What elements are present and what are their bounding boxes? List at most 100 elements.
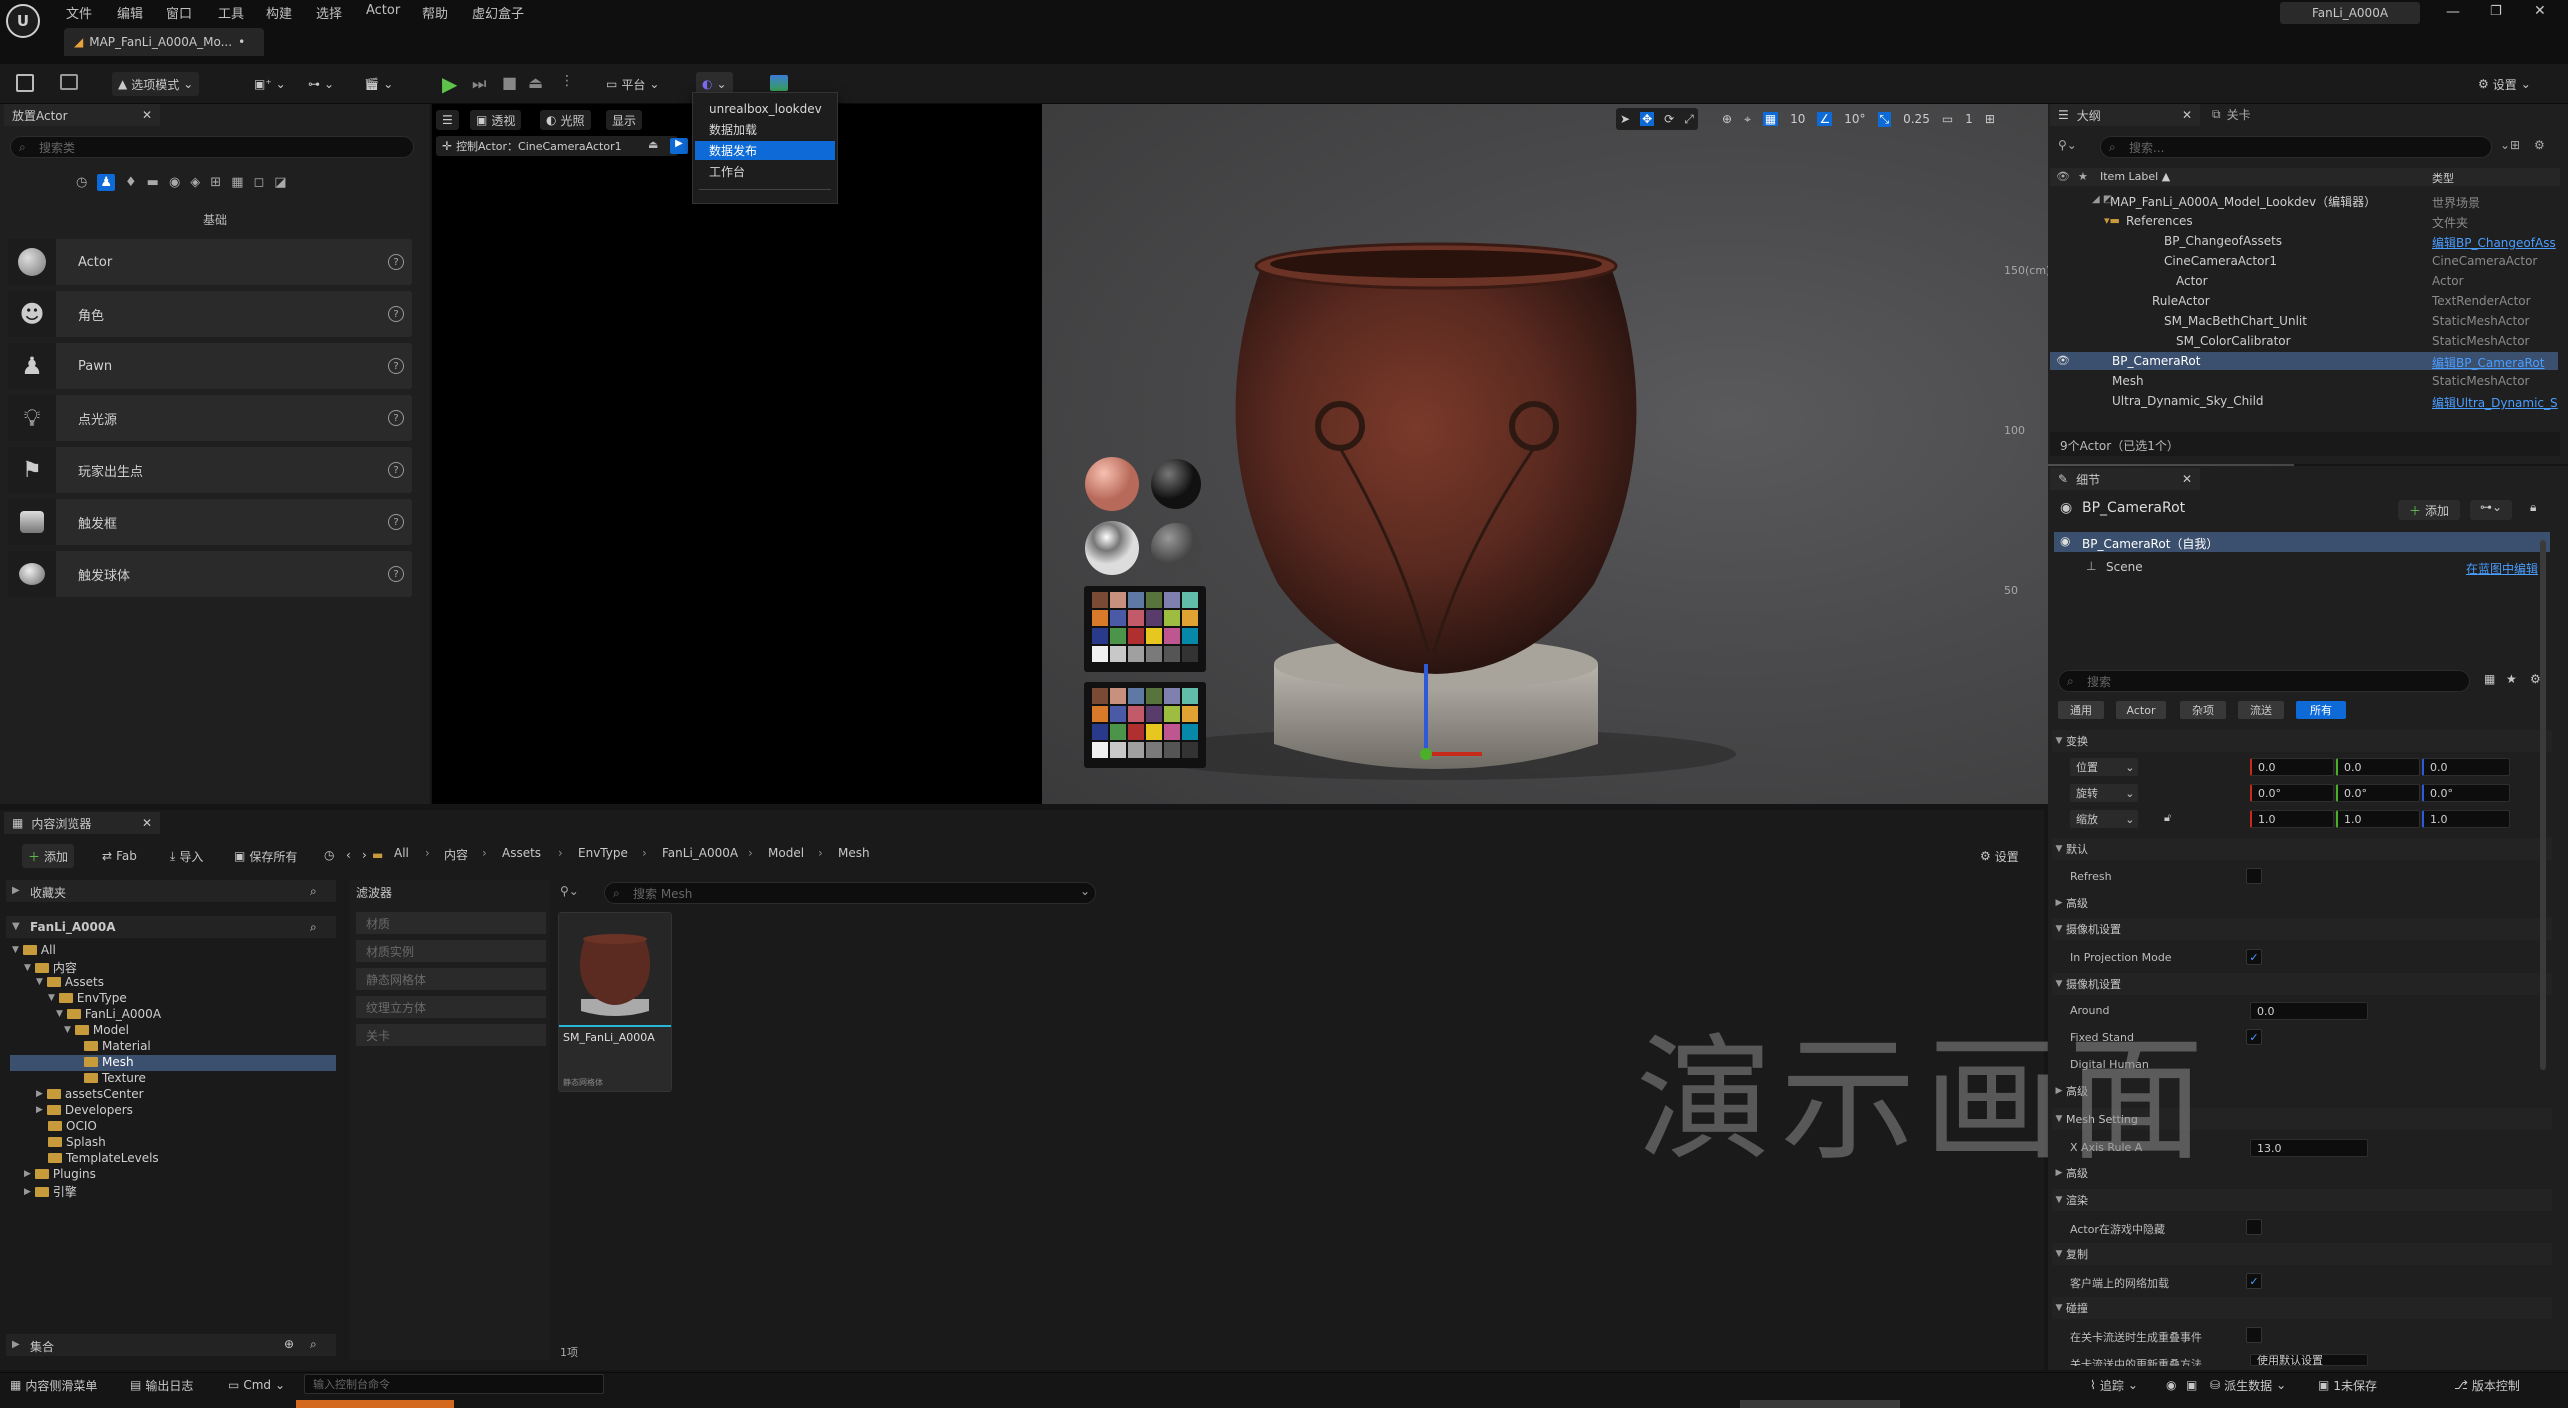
dropdown-chevron-icon[interactable]: ⌄ — [2500, 138, 2510, 152]
section-replication[interactable]: ▼ 复制 — [2052, 1243, 2552, 1265]
menu-help[interactable]: 帮助 — [422, 3, 448, 22]
visual-effects-icon[interactable]: ◈ — [190, 175, 200, 190]
layout-icon[interactable]: ⊞ — [1985, 112, 1995, 126]
recent-icon[interactable]: ◷ — [76, 175, 87, 190]
content-browser-tab[interactable]: ▦ 内容浏览器 ✕ — [4, 812, 160, 834]
tree-item[interactable]: ▼ All — [12, 943, 56, 957]
forward-icon[interactable]: › — [362, 848, 367, 862]
menu-build[interactable]: 构建 — [266, 3, 292, 22]
show-button[interactable]: 显示 — [606, 110, 643, 130]
location-z[interactable]: 0.0 — [2422, 758, 2510, 776]
tree-item[interactable]: OCIO — [48, 1119, 97, 1133]
rotate-icon[interactable]: ⟳ — [1664, 112, 1674, 126]
filter-material-instance[interactable]: 材质实例 — [356, 940, 546, 962]
search-icon[interactable]: ⌕ — [310, 1337, 317, 1352]
classes-icon[interactable]: ◻ — [254, 175, 265, 190]
location-y[interactable]: 0.0 — [2336, 758, 2420, 776]
chevron-down-icon[interactable]: ⌄ — [1080, 884, 1090, 898]
all-classes-icon[interactable]: ◪ — [274, 175, 286, 190]
filter-material[interactable]: 材质 — [356, 912, 546, 934]
table-view-icon[interactable]: ▦ — [2484, 672, 2495, 686]
add-actor-button[interactable]: ▣⁺ ⌄ — [248, 72, 292, 96]
menu-select[interactable]: 选择 — [316, 3, 342, 22]
browse-icon[interactable] — [60, 74, 78, 90]
col-type-header[interactable]: 类型 — [2432, 170, 2454, 186]
save-icon[interactable] — [16, 74, 34, 92]
lock-icon[interactable]: 🔒︎ — [2530, 500, 2536, 515]
hidden-in-game-checkbox[interactable] — [2246, 1219, 2262, 1235]
tree-item-selected[interactable]: Mesh — [84, 1055, 134, 1069]
tree-item[interactable]: ▼ EnvType — [48, 991, 127, 1005]
breadcrumb-all[interactable]: All — [394, 846, 409, 860]
mode-selector[interactable]: ▲ 选项模式 ⌄ — [112, 72, 200, 96]
perspective-button[interactable]: ▣ 透视 — [470, 110, 522, 130]
maximize-icon[interactable]: ❐ — [2490, 4, 2502, 19]
stop-icon[interactable]: ■ — [502, 73, 517, 92]
search-icon[interactable]: ⌕ — [310, 920, 317, 935]
angle-value[interactable]: 10° — [1844, 112, 1865, 126]
close-icon[interactable]: ✕ — [2534, 3, 2546, 19]
close-tab-icon[interactable]: ✕ — [142, 108, 152, 122]
world-icon[interactable]: ⊕ — [1722, 112, 1732, 126]
row-type-link[interactable]: 编辑Ultra_Dynamic_S — [2432, 394, 2560, 411]
help-icon[interactable]: ? — [388, 410, 404, 426]
x-axis-field[interactable]: 13.0 — [2250, 1139, 2368, 1157]
rotation-x[interactable]: 0.0° — [2250, 784, 2334, 802]
breadcrumb-content[interactable]: 内容 — [444, 846, 468, 863]
scale-icon[interactable]: ⤢ — [1684, 112, 1694, 127]
tree-item[interactable]: ▼ Assets — [36, 975, 104, 989]
horizontal-scrollbar[interactable] — [1740, 1400, 1900, 1408]
menu-window[interactable]: 窗口 — [166, 3, 192, 22]
blueprint-button[interactable]: ⊶ ⌄ — [302, 72, 340, 96]
edit-in-blueprint-link[interactable]: 在蓝图中编辑 — [2466, 560, 2538, 577]
volumes-icon[interactable]: ▦ — [231, 175, 243, 190]
collapse-arrow-icon[interactable]: ◢ ◩ — [2092, 194, 2112, 205]
tree-item[interactable]: ▼ Model — [64, 1023, 129, 1037]
camera-speed-icon[interactable]: ▭ — [1942, 112, 1953, 126]
fixed-stand-checkbox[interactable]: ✓ — [2246, 1029, 2262, 1045]
scale-value[interactable]: 0.25 — [1903, 112, 1930, 126]
pilot-bar[interactable]: ✛ 控制Actor：CineCameraActor1 — [436, 136, 678, 156]
update-overlap-select[interactable]: 使用默认设置 — [2250, 1354, 2368, 1366]
blueprint-options-button[interactable]: ⊶⌄ — [2470, 500, 2512, 520]
tree-item[interactable]: ▼ FanLi_A000A — [56, 1007, 161, 1021]
scale-z[interactable]: 1.0 — [2422, 810, 2510, 828]
angle-snap-icon[interactable]: ∠ — [1817, 112, 1833, 126]
minimize-icon[interactable]: — — [2446, 4, 2460, 20]
level-viewport[interactable]: 150(cm) 100 50 — [432, 104, 2294, 804]
rotation-z[interactable]: 0.0° — [2422, 784, 2510, 802]
breadcrumb-model[interactable]: Model — [768, 846, 804, 860]
dropdown-item-workbench[interactable]: 工作台 — [695, 162, 835, 181]
record-icon[interactable]: ◉ — [2166, 1376, 2176, 1394]
scale-lock-icon[interactable]: 🔓︎ — [2164, 811, 2171, 825]
translate-icon[interactable]: ✥ — [1640, 112, 1655, 126]
details-search[interactable]: ⌕ 搜索 — [2058, 670, 2470, 692]
surface-snap-icon[interactable]: ⌖ — [1744, 112, 1751, 127]
tree-item[interactable]: ▶ 引擎 — [24, 1183, 77, 1200]
place-item-character[interactable]: ☻ 角色 ? — [8, 291, 412, 337]
levels-tab[interactable]: ⧉ 关卡 — [2212, 106, 2251, 123]
tree-item[interactable]: ▼ 内容 — [24, 959, 77, 976]
filter-texture-cube[interactable]: 纹理立方体 — [356, 996, 546, 1018]
breadcrumb-assets[interactable]: Assets — [502, 846, 541, 860]
place-item-point-light[interactable]: 💡︎ 点光源 ? — [8, 395, 412, 441]
cinematics-button[interactable]: 🎬︎ ⌄ — [358, 72, 399, 96]
filter-general[interactable]: 通用 — [2058, 701, 2104, 719]
breadcrumb-mesh[interactable]: Mesh — [838, 846, 870, 860]
asset-tile[interactable]: SM_FanLi_A000A 静态网格体 — [558, 912, 672, 1092]
content-drawer-button[interactable]: ▦ 内容侧滑菜单 — [10, 1376, 97, 1394]
dropdown-item-data-load[interactable]: 数据加载 — [695, 120, 835, 139]
asset-search[interactable]: ⌕ 搜索 Mesh — [604, 882, 1096, 904]
eject-icon[interactable]: ⏏ — [528, 73, 543, 92]
place-actors-search[interactable]: ⌕ 搜索类 — [10, 136, 414, 158]
section-default[interactable]: ▼ 默认 — [2052, 838, 2552, 860]
place-actors-tab[interactable]: 放置Actor ✕ — [4, 104, 160, 126]
tree-item[interactable]: TemplateLevels — [48, 1151, 159, 1165]
row-type-link[interactable]: 编辑BP_CameraRot — [2432, 354, 2560, 371]
scale-snap-icon[interactable]: ⤡ — [1877, 111, 1892, 127]
platform-button[interactable]: ▭ 平台 ⌄ — [600, 72, 665, 96]
search-icon[interactable]: ⌕ — [310, 884, 317, 899]
help-icon[interactable]: ? — [388, 514, 404, 530]
col-label-header[interactable]: Item Label ▲ — [2100, 170, 2170, 183]
more-options-icon[interactable]: ⋮ — [560, 73, 574, 89]
